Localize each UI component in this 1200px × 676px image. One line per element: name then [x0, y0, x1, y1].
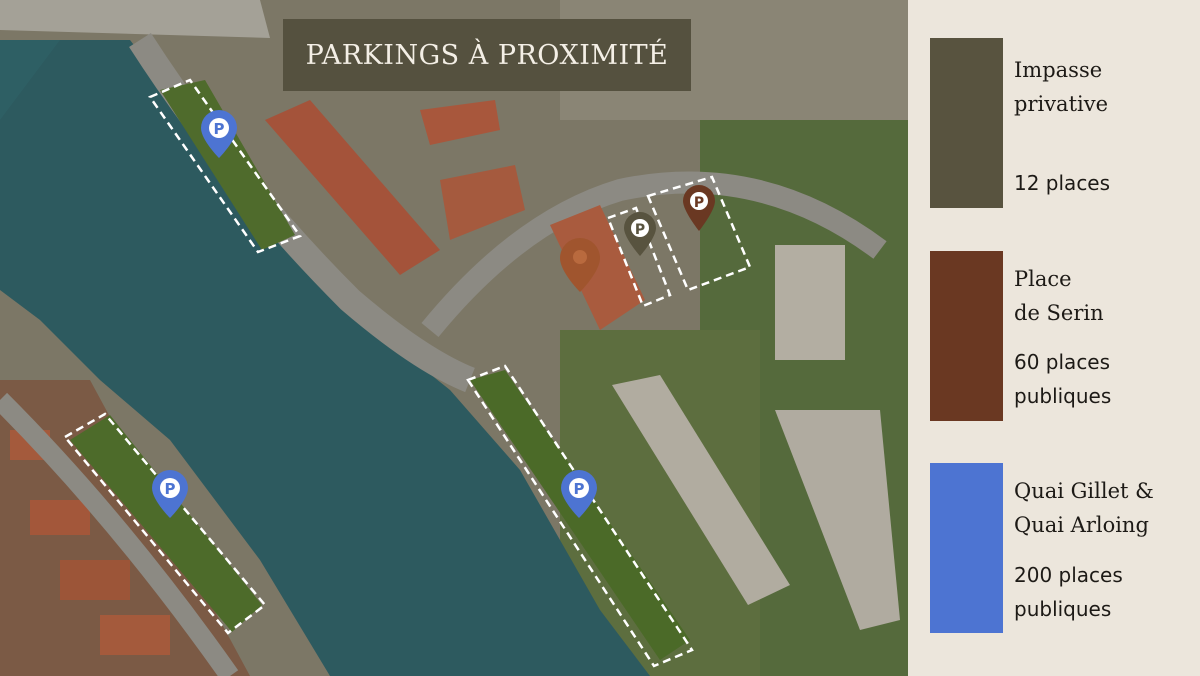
quai-parking-marker-3[interactable]: P: [152, 470, 188, 518]
quai-parking-marker-2[interactable]: P: [561, 470, 597, 518]
legend-line: privative: [1014, 92, 1109, 116]
legend-detail-public-place: 60 places publiques: [1014, 345, 1111, 413]
legend-line: Quai Gillet &: [1014, 479, 1154, 503]
page-title-box: PARKINGS À PROXIMITÉ: [283, 19, 691, 91]
legend-detail-quai: 200 places publiques: [1014, 558, 1123, 626]
parking-symbol: P: [574, 480, 585, 498]
legend-detail-line: publiques: [1014, 597, 1112, 621]
legend-swatch-private: [930, 38, 1003, 208]
legend-line: Place: [1014, 267, 1072, 291]
legend-detail-line: 12 places: [1014, 171, 1111, 195]
public-place-parking-marker[interactable]: P: [683, 185, 715, 231]
parking-symbol: P: [214, 120, 225, 138]
location-pin-icon: [573, 250, 587, 264]
markers-layer: P P P P P: [152, 110, 715, 518]
parking-symbol: P: [165, 480, 176, 498]
legend-line: de Serin: [1014, 301, 1104, 325]
legend-detail-line: 60 places: [1014, 350, 1111, 374]
legend-line: Quai Arloing: [1014, 513, 1149, 537]
map-slide: P P P P P PARKINGS À PROXIMITÉ Impasse p…: [0, 0, 1200, 676]
legend-detail-private: 12 places: [1014, 166, 1110, 200]
aerial-map: P P P P P: [0, 0, 908, 676]
legend-swatch-public-place: [930, 251, 1003, 421]
location-marker[interactable]: [560, 238, 600, 292]
legend-panel: Impasse privative 12 places Place de Ser…: [908, 0, 1200, 676]
parking-symbol: P: [694, 195, 704, 211]
legend-detail-line: 200 places: [1014, 563, 1123, 587]
legend-line: Impasse: [1014, 58, 1103, 82]
legend-label-public-place: Place de Serin: [1014, 262, 1104, 330]
legend-label-quai: Quai Gillet & Quai Arloing: [1014, 474, 1154, 542]
quai-parking-marker-1[interactable]: P: [201, 110, 237, 158]
legend-detail-line: publiques: [1014, 384, 1112, 408]
legend-swatch-quai: [930, 463, 1003, 633]
page-title: PARKINGS À PROXIMITÉ: [305, 39, 669, 71]
private-parking-marker[interactable]: P: [624, 212, 656, 256]
legend-label-private: Impasse privative: [1014, 53, 1108, 121]
parking-symbol: P: [635, 222, 645, 238]
